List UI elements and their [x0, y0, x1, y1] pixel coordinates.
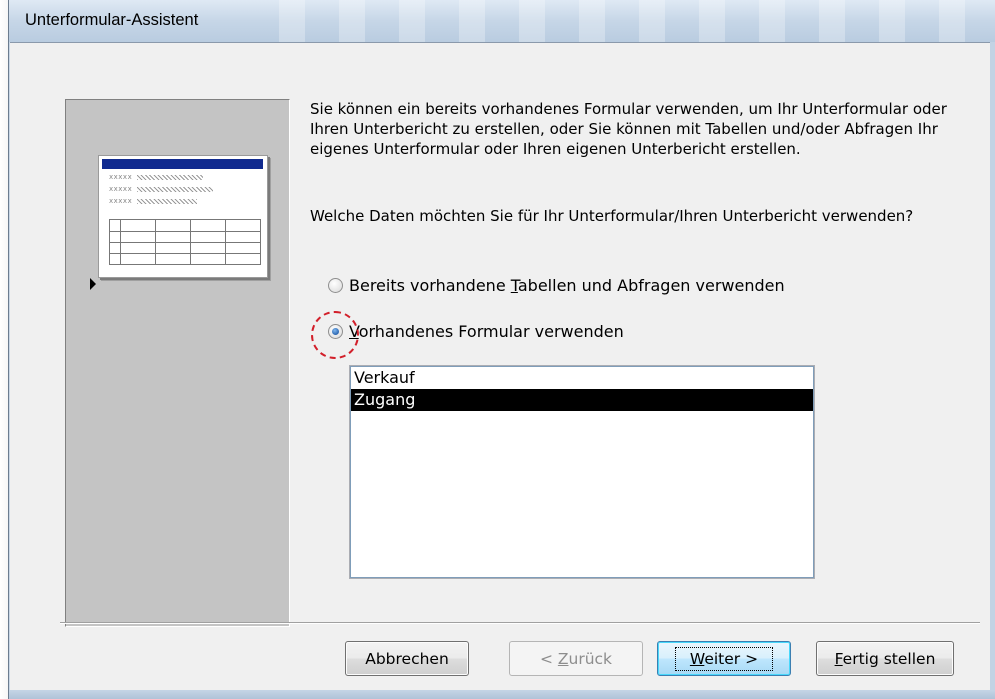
desktop-edge — [0, 0, 8, 699]
cancel-button[interactable]: Abbrechen — [345, 641, 469, 676]
title-bar[interactable]: Unterformular-Assistent — [9, 0, 995, 42]
wizard-window: Unterformular-Assistent xxxxx xxxxx xxxx… — [8, 0, 995, 699]
next-button[interactable]: Weiter > — [657, 641, 791, 676]
highlight-circle-marker — [311, 311, 359, 359]
window-frame-right — [990, 42, 995, 690]
intro-text: Sie können ein bereits vorhandenes Formu… — [310, 100, 947, 158]
list-item[interactable]: Verkauf — [351, 367, 813, 389]
record-selector-arrow-icon — [90, 278, 96, 290]
radio-use-tables-queries[interactable]: Bereits vorhandene Tabellen und Abfragen… — [328, 274, 785, 296]
question-text: Welche Daten möchten Sie für Ihr Unterfo… — [310, 207, 914, 225]
separator-line — [60, 622, 980, 624]
back-button[interactable]: < Zurück — [509, 641, 643, 676]
dialog-body: xxxxx xxxxx xxxxx Sie können ein bereits… — [10, 42, 990, 690]
list-item-selected[interactable]: Zugang — [351, 389, 813, 411]
illustration-panel: xxxxx xxxxx xxxxx — [65, 99, 290, 627]
window-title: Unterformular-Assistent — [25, 11, 199, 29]
forms-listbox[interactable]: Verkauf Zugang — [349, 365, 815, 579]
radio-use-existing-form[interactable]: Vorhandenes Formular verwenden — [328, 320, 624, 342]
radio-button[interactable] — [328, 277, 343, 293]
subform-preview-icon: xxxxx xxxxx xxxxx — [98, 155, 268, 278]
window-frame-bottom — [9, 690, 995, 699]
mini-datasheet-grid — [109, 219, 261, 265]
finish-button[interactable]: Fertig stellen — [816, 641, 954, 676]
